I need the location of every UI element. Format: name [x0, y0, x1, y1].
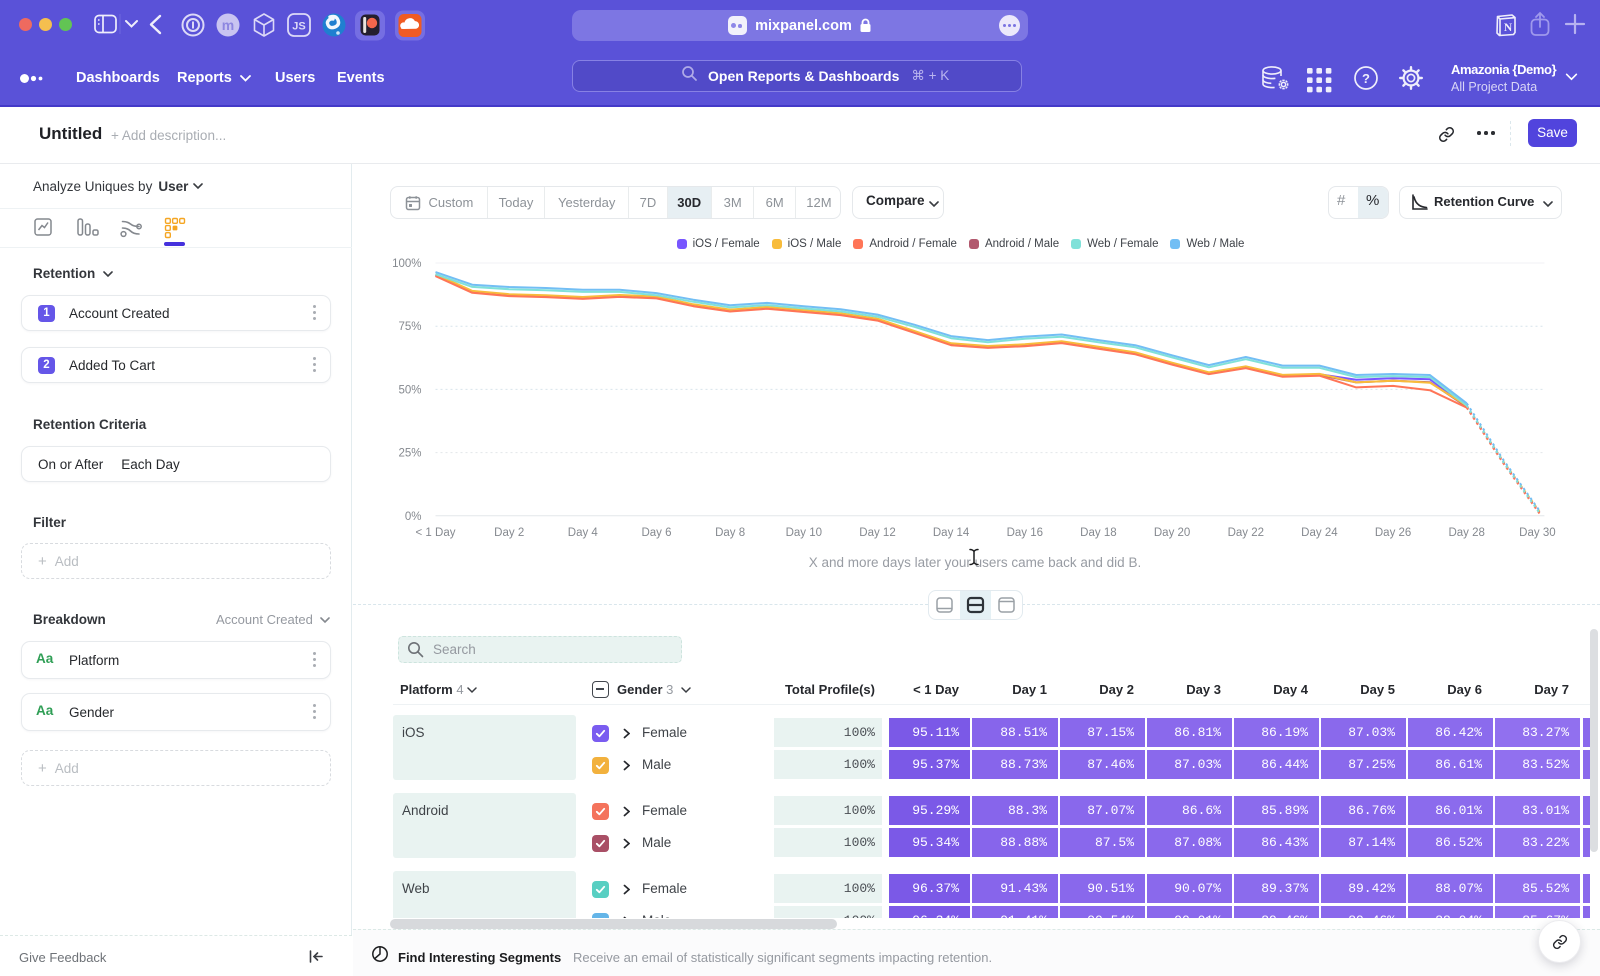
- svg-text:JS: JS: [292, 21, 305, 33]
- svg-text:75%: 75%: [398, 321, 421, 333]
- svg-text:Day 12: Day 12: [859, 527, 895, 539]
- svg-text:Day 26: Day 26: [1375, 527, 1411, 539]
- svg-text:N: N: [1504, 22, 1513, 34]
- svg-text:Day 24: Day 24: [1301, 527, 1338, 539]
- svg-text:Day 2: Day 2: [494, 527, 524, 539]
- svg-text:Day 6: Day 6: [641, 527, 671, 539]
- svg-text:< 1 Day: < 1 Day: [416, 527, 456, 539]
- svg-text:Day 18: Day 18: [1080, 527, 1116, 539]
- svg-text:50%: 50%: [398, 384, 421, 396]
- svg-text:?: ?: [1362, 71, 1370, 86]
- svg-text:Day 28: Day 28: [1448, 527, 1484, 539]
- svg-text:Day 10: Day 10: [786, 527, 822, 539]
- svg-text:Day 22: Day 22: [1228, 527, 1264, 539]
- svg-text:Day 16: Day 16: [1007, 527, 1043, 539]
- svg-text:Day 30: Day 30: [1519, 527, 1555, 539]
- svg-text:Day 14: Day 14: [933, 527, 970, 539]
- svg-text:Day 4: Day 4: [568, 527, 599, 539]
- svg-text:m: m: [222, 17, 234, 33]
- svg-text:25%: 25%: [398, 448, 421, 460]
- svg-text:100%: 100%: [392, 258, 421, 270]
- svg-text:Day 20: Day 20: [1154, 527, 1190, 539]
- svg-text:Day 8: Day 8: [715, 527, 745, 539]
- svg-text:0%: 0%: [405, 511, 422, 523]
